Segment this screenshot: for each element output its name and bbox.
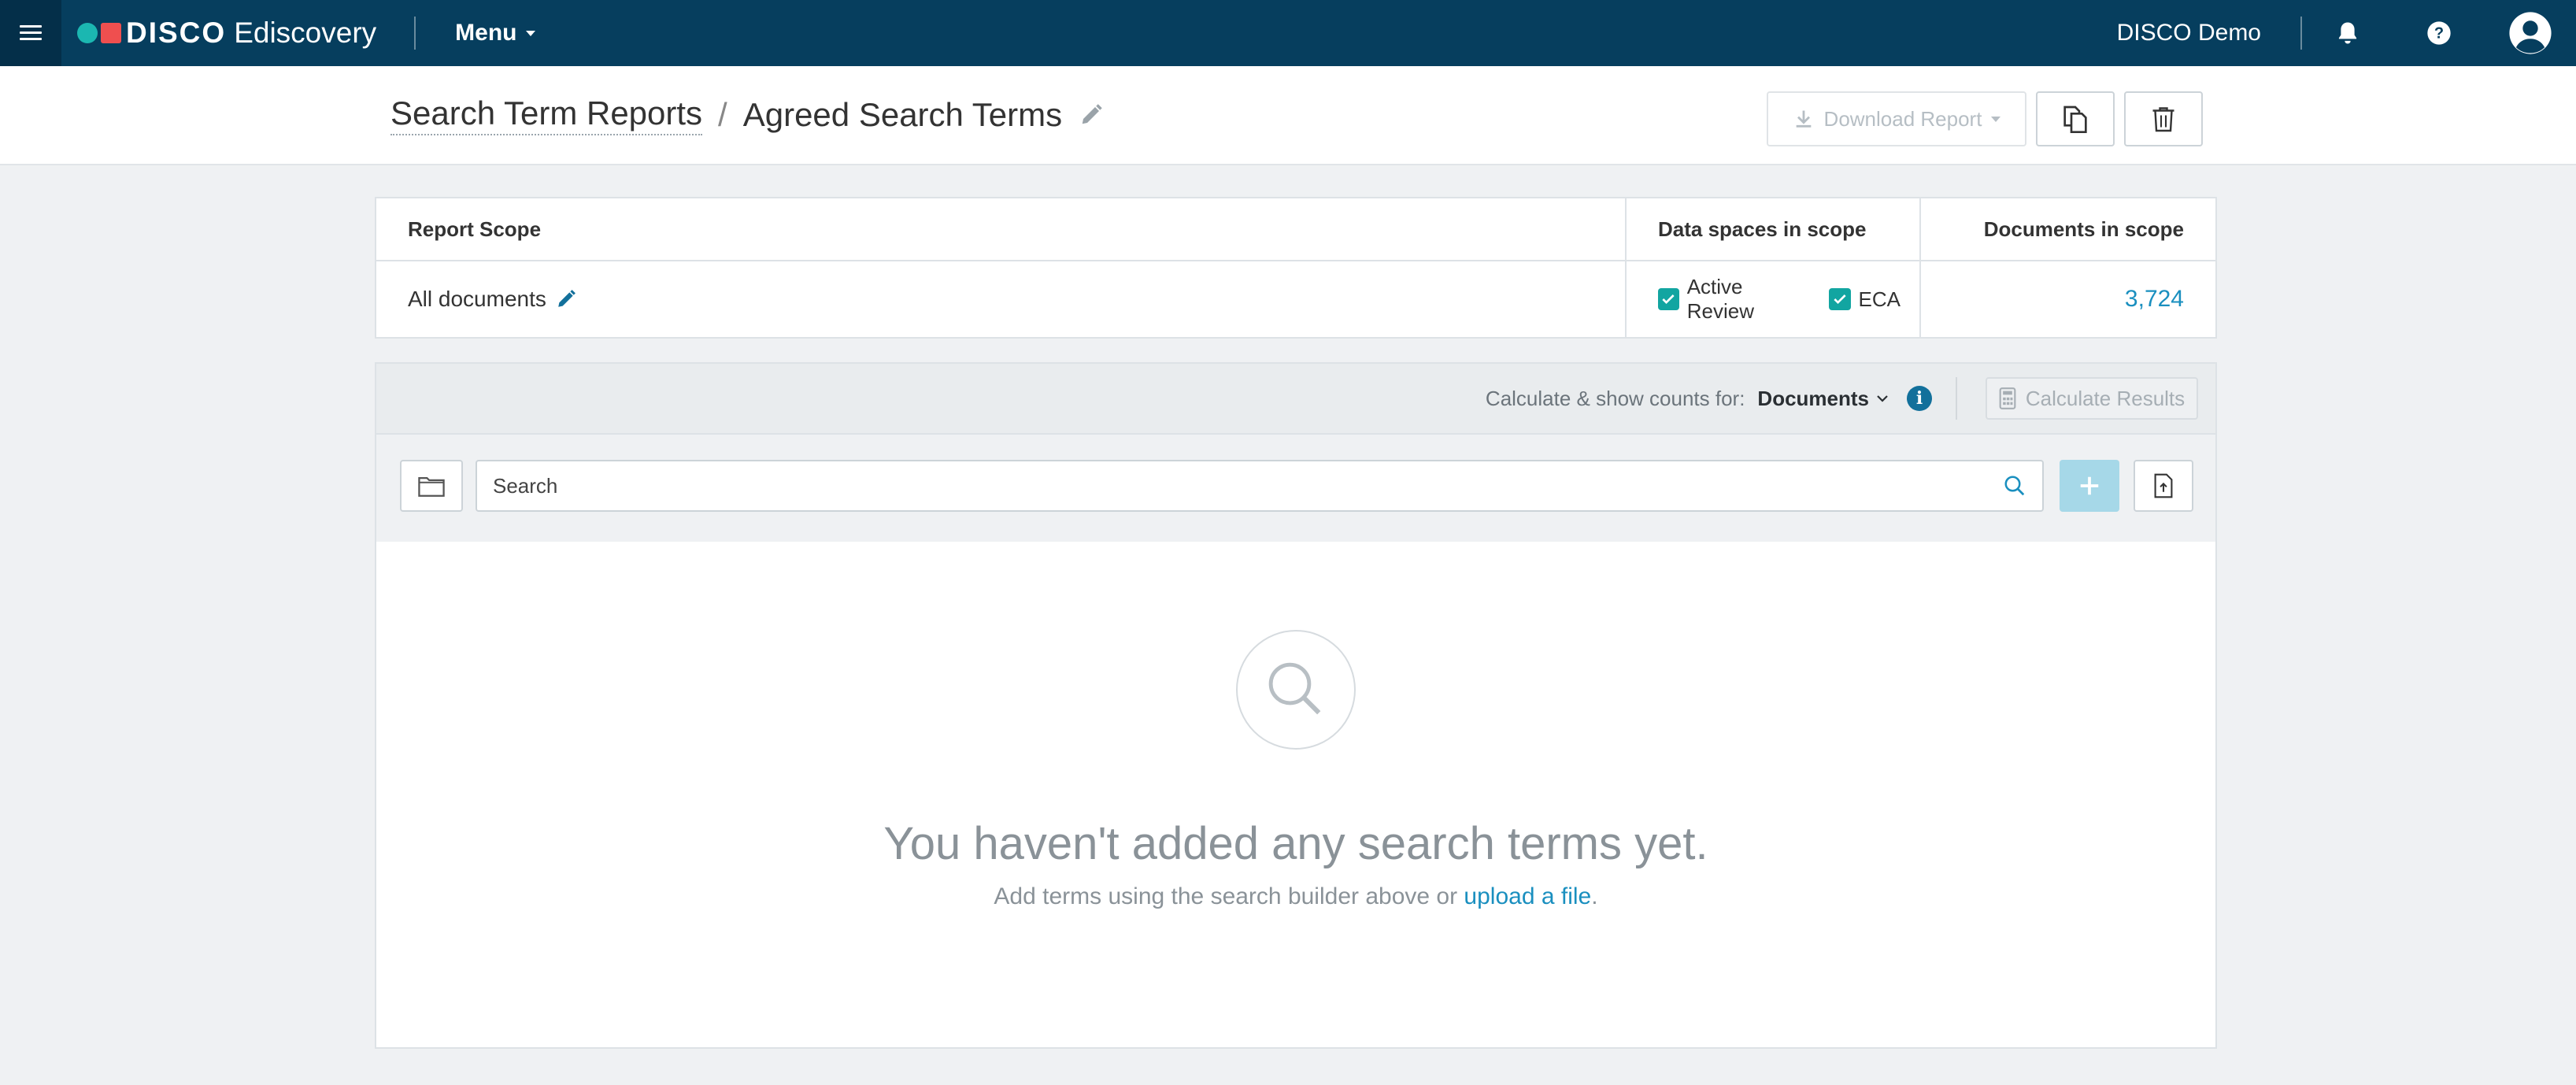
calculate-results-label: Calculate Results: [2025, 386, 2186, 410]
page-header: Search Term Reports / Agreed Search Term…: [0, 66, 2576, 165]
data-space-label: Active Review: [1686, 275, 1754, 323]
download-report-label: Download Report: [1823, 106, 1982, 131]
main-menu-label: Menu: [455, 20, 517, 46]
report-scope-table: Report Scope Data spaces in scope Docume…: [375, 197, 2217, 339]
documents-count-link[interactable]: 3,724: [2125, 286, 2184, 313]
breadcrumb-parent-link[interactable]: Search Term Reports: [390, 94, 703, 135]
empty-search-icon: [1236, 630, 1356, 750]
logo-square-icon: [101, 23, 121, 43]
count-type-selected: Documents: [1757, 386, 1869, 410]
bell-icon: [2338, 22, 2357, 44]
search-builder-row: [376, 435, 2215, 542]
checkbox-checked-icon: [1658, 288, 1679, 310]
top-navbar: DISCO Ediscovery Menu DISCO Demo ?: [0, 0, 2576, 66]
data-space-checkbox-active-review[interactable]: Active Review: [1658, 275, 1810, 324]
chevron-down-icon: [1877, 395, 1888, 402]
search-term-field[interactable]: [476, 460, 2044, 512]
edit-scope-button[interactable]: [556, 289, 576, 309]
add-term-button[interactable]: [2060, 460, 2119, 512]
report-scope-value: All documents: [408, 287, 546, 311]
chevron-down-icon: [526, 30, 536, 36]
svg-text:?: ?: [2434, 25, 2444, 43]
logo-product: Ediscovery: [234, 17, 377, 49]
main-menu-button[interactable]: Menu: [455, 20, 536, 46]
logo-dot-icon: [77, 23, 98, 43]
logo-brand: DISCO: [126, 17, 227, 49]
copy-icon: [2063, 106, 2087, 133]
hamburger-icon: [20, 25, 42, 41]
calculate-results-button[interactable]: Calculate Results: [1986, 377, 2198, 420]
help-icon: ?: [2427, 21, 2451, 45]
notifications-button[interactable]: [2302, 0, 2393, 66]
documents-in-scope-header: Documents in scope: [1983, 217, 2184, 241]
download-icon: [1796, 110, 1811, 128]
upload-file-button[interactable]: [2134, 460, 2193, 512]
help-button[interactable]: ?: [2393, 0, 2485, 66]
page-title: Agreed Search Terms: [742, 96, 1063, 133]
breadcrumb-separator: /: [718, 96, 727, 133]
empty-state-period: .: [1591, 883, 1598, 909]
user-account-button[interactable]: [2485, 0, 2576, 66]
data-spaces-header: Data spaces in scope: [1658, 217, 1867, 241]
edit-title-button[interactable]: [1079, 103, 1103, 127]
calculate-bar: Calculate & show counts for: Documents i…: [376, 364, 2215, 435]
pencil-icon: [1082, 104, 1102, 124]
empty-state-text: Add terms using the search builder above…: [994, 883, 1464, 909]
breadcrumb: Search Term Reports / Agreed Search Term…: [390, 94, 1103, 135]
empty-state-title: You haven't added any search terms yet.: [883, 818, 1708, 869]
browse-folder-button[interactable]: [400, 460, 463, 512]
search-icon[interactable]: [1987, 474, 2042, 498]
upload-file-link[interactable]: upload a file: [1464, 883, 1591, 909]
pencil-icon: [558, 290, 576, 307]
data-space-checkbox-eca[interactable]: ECA: [1828, 287, 1901, 312]
org-name[interactable]: DISCO Demo: [2117, 20, 2261, 46]
hamburger-menu-button[interactable]: [0, 0, 61, 66]
plus-icon: [2080, 476, 2099, 495]
checkbox-checked-icon: [1828, 288, 1851, 310]
app-logo[interactable]: DISCO Ediscovery: [77, 17, 376, 50]
count-type-dropdown[interactable]: Documents: [1757, 387, 1889, 411]
download-report-button[interactable]: Download Report: [1767, 91, 2026, 146]
chevron-down-icon: [1991, 116, 2001, 122]
search-builder-panel: Calculate & show counts for: Documents i…: [375, 362, 2217, 1049]
data-space-label: ECA: [1858, 287, 1901, 311]
calculate-label: Calculate & show counts for:: [1485, 386, 1745, 410]
folder-icon: [418, 476, 445, 497]
nav-divider: [414, 17, 416, 50]
calc-divider: [1956, 377, 1957, 420]
delete-report-button[interactable]: [2124, 91, 2203, 146]
duplicate-report-button[interactable]: [2036, 91, 2115, 146]
file-upload-icon: [2154, 473, 2173, 498]
empty-state: You haven't added any search terms yet. …: [376, 543, 2215, 1047]
empty-state-subtitle: Add terms using the search builder above…: [376, 883, 2215, 910]
calculator-icon: [1999, 387, 2016, 409]
info-icon[interactable]: i: [1907, 386, 1932, 411]
report-scope-header: Report Scope: [408, 217, 542, 241]
trash-icon: [2152, 107, 2174, 132]
user-avatar-icon: [2509, 12, 2552, 54]
search-input[interactable]: [477, 461, 1987, 510]
